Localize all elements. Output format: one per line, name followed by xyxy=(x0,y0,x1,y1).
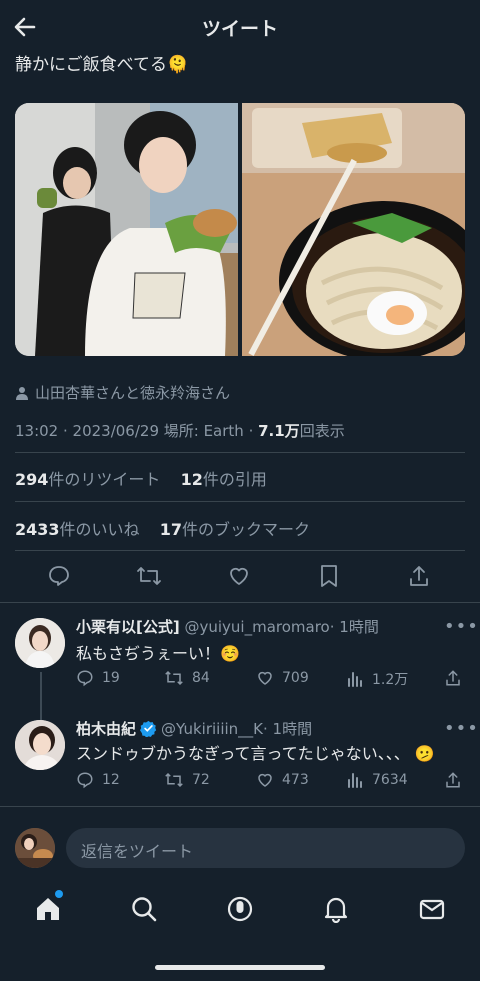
reply-reply-button[interactable]: 12 xyxy=(76,771,120,789)
home-icon xyxy=(37,898,59,920)
compose-avatar[interactable] xyxy=(15,828,55,868)
share-button[interactable] xyxy=(408,564,430,588)
page-title: ツイート xyxy=(201,18,278,40)
reply-share-button[interactable] xyxy=(444,771,462,789)
tab-notifications[interactable] xyxy=(322,895,350,923)
reply-time: · 1時間 xyxy=(263,720,313,738)
heart-icon xyxy=(258,671,272,685)
retweet-stats[interactable]: 294件のリツイート 12件の引用 xyxy=(15,466,267,490)
reply-tweet-1[interactable]: 小栗有以[公式] @yuiyui_maromaro· 1時間 ••• 私もさぢう… xyxy=(0,612,480,722)
reply-views-button[interactable]: 1.2万 xyxy=(346,669,408,689)
retweet-button[interactable] xyxy=(136,564,162,588)
bell-icon xyxy=(324,897,348,923)
retweet-icon xyxy=(137,567,161,585)
heart-icon xyxy=(258,773,272,787)
reply-tweet-2[interactable]: 柏木由紀 @Yukiriiiin__K · 1時間 ••• スンドゥブかうなぎって… xyxy=(0,714,480,806)
reply-handle[interactable]: @yuiyui_maromaro xyxy=(185,618,330,636)
reply-author-name[interactable]: 小栗有以[公式] xyxy=(76,618,180,636)
like-stats[interactable]: 2433件のいいね 17件のブックマーク xyxy=(15,516,310,540)
bookmark-icon xyxy=(321,565,337,587)
notification-dot xyxy=(55,890,63,898)
bottom-tab-bar xyxy=(0,885,480,933)
reply-handle[interactable]: @Yukiriiiin__K xyxy=(161,720,263,738)
tab-search[interactable] xyxy=(130,895,158,923)
reply-reply-button[interactable]: 19 xyxy=(76,669,120,687)
reply-text: スンドゥブかうなぎって言ってたじゃない、、、 🫤 xyxy=(76,744,435,763)
tagged-people[interactable]: 山田杏華さんと徳永羚海さん xyxy=(15,382,230,403)
avatar[interactable] xyxy=(15,618,65,668)
home-indicator xyxy=(155,965,325,970)
reply-views-button[interactable]: 7634 xyxy=(346,771,408,789)
more-icon[interactable]: ••• xyxy=(444,718,479,739)
melting-face-emoji: 🫠 xyxy=(166,55,189,75)
retweet-icon xyxy=(165,772,183,788)
analytics-icon xyxy=(348,773,362,788)
analytics-icon xyxy=(348,672,362,687)
tab-home[interactable] xyxy=(34,890,63,923)
reply-text: 私もさぢうぇーい！☺️ xyxy=(76,644,240,663)
reply-button[interactable] xyxy=(47,564,71,588)
tab-messages[interactable] xyxy=(418,895,446,923)
reply-input[interactable]: 返信をツイート xyxy=(66,828,465,868)
reply-share-button[interactable] xyxy=(444,669,462,687)
reply-author-name[interactable]: 柏木由紀 xyxy=(76,718,136,739)
tweet-meta: 13:02 · 2023/06/29 場所: Earth · 7.1万回表示 xyxy=(15,422,345,440)
tweet-photo-1[interactable] xyxy=(15,103,238,356)
share-icon xyxy=(446,772,460,788)
verified-badge-icon xyxy=(140,720,157,737)
share-icon xyxy=(446,670,460,686)
avatar[interactable] xyxy=(15,720,65,770)
bookmark-count: 17 xyxy=(159,520,182,539)
like-button[interactable] xyxy=(227,564,251,588)
search-icon xyxy=(132,897,157,922)
reply-icon xyxy=(49,566,69,586)
tweet-action-bar xyxy=(0,562,480,590)
mail-icon xyxy=(419,899,445,920)
bookmark-button[interactable] xyxy=(318,564,340,588)
view-count: 7.1万 xyxy=(258,422,300,440)
reply-time: · 1時間 xyxy=(329,618,379,636)
tweet-photo-2[interactable] xyxy=(242,103,465,356)
quote-count: 12 xyxy=(180,470,203,489)
reply-like-button[interactable]: 709 xyxy=(256,669,309,687)
reply-icon xyxy=(77,772,93,789)
retweet-icon xyxy=(165,670,183,686)
share-icon xyxy=(410,566,428,586)
heart-icon xyxy=(230,567,248,585)
tab-spaces[interactable] xyxy=(226,895,254,923)
spaces-icon xyxy=(227,896,253,922)
reply-like-button[interactable]: 473 xyxy=(256,771,309,789)
reply-icon xyxy=(77,670,93,687)
tweet-text: 静かにご飯食べてる🫠 xyxy=(15,55,189,75)
reply-retweet-button[interactable]: 84 xyxy=(164,669,210,687)
reply-retweet-button[interactable]: 72 xyxy=(164,771,210,789)
person-icon xyxy=(16,386,28,400)
more-icon[interactable]: ••• xyxy=(444,616,479,637)
